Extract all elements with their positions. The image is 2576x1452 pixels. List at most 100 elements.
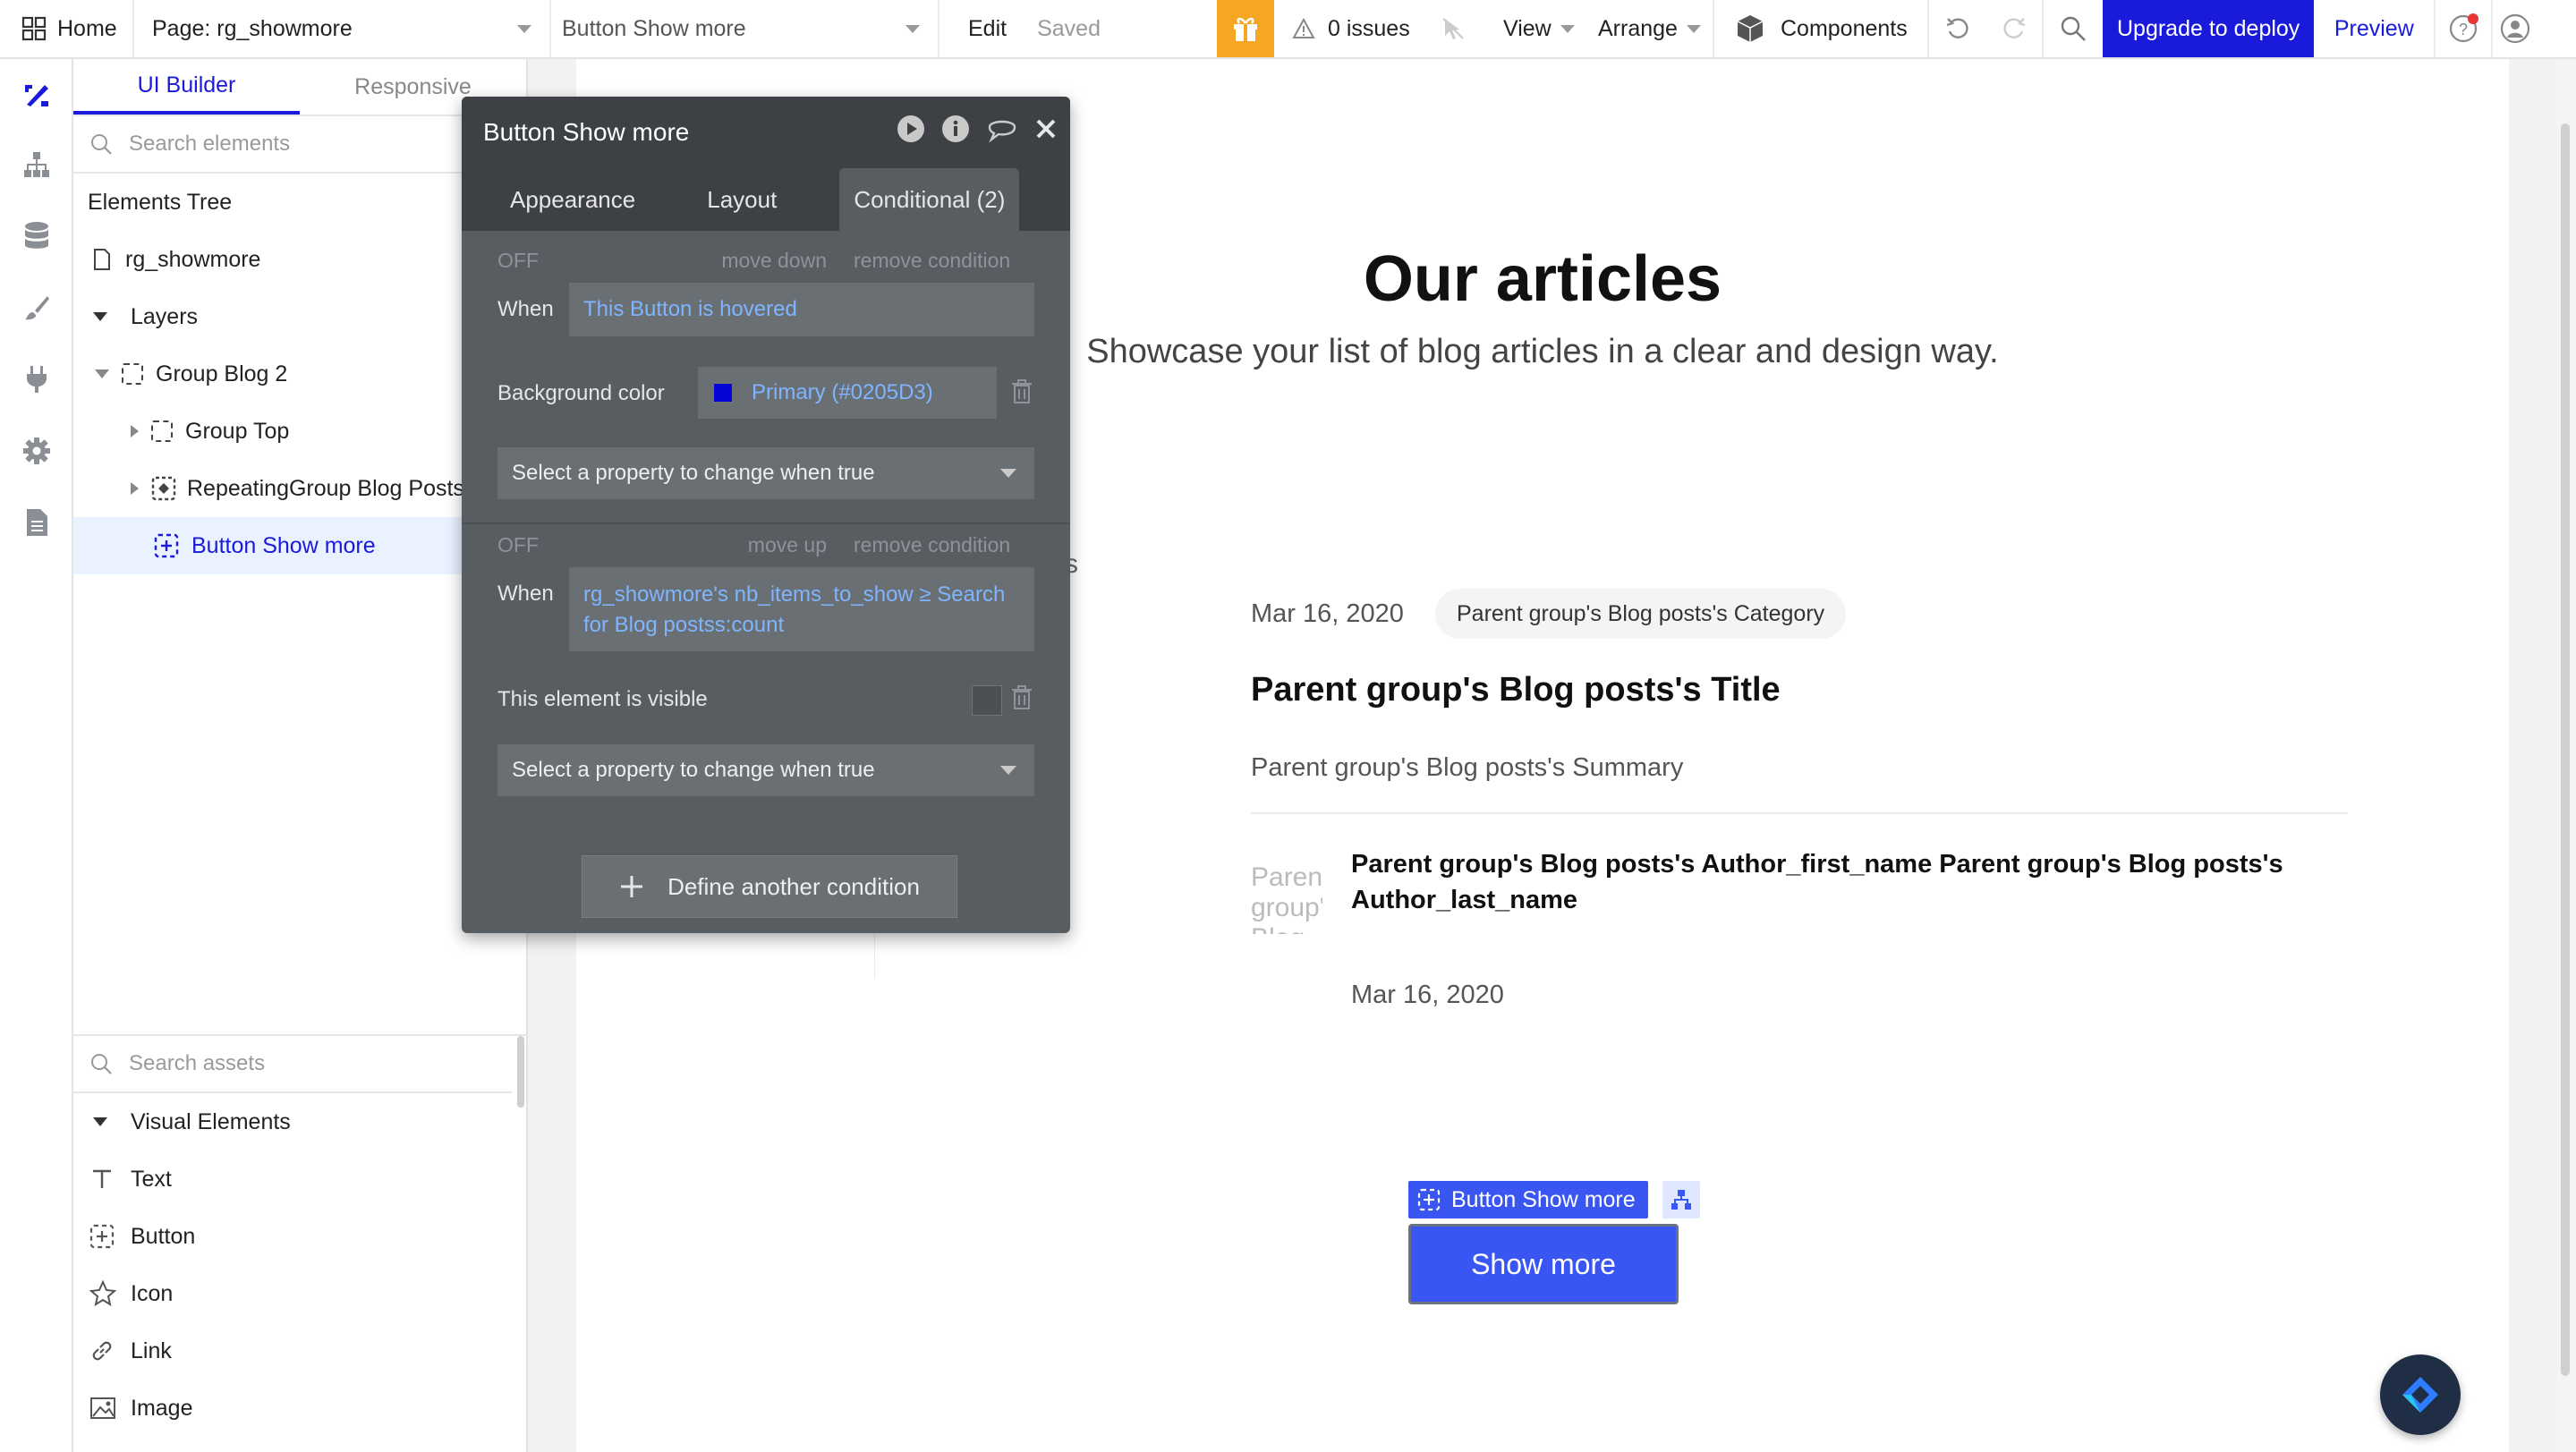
workflow-tab[interactable] bbox=[19, 147, 55, 183]
assistant-button[interactable] bbox=[2380, 1354, 2461, 1435]
panel-scrollbar[interactable] bbox=[517, 1036, 524, 1108]
selected-element-name: Button Show more bbox=[1451, 1186, 1636, 1212]
components-button[interactable]: Components bbox=[1714, 0, 1929, 57]
element-selector[interactable]: Button Show more bbox=[551, 0, 939, 57]
tree-item-group-blog[interactable]: Group Blog 2 bbox=[73, 345, 526, 403]
issues-label: 0 issues bbox=[1328, 15, 1410, 41]
selected-element-label[interactable]: Button Show more bbox=[1408, 1181, 1648, 1218]
post-title[interactable]: Parent group's Blog posts's Title bbox=[1251, 671, 1781, 709]
visual-item-link[interactable]: Link bbox=[89, 1322, 172, 1380]
condition1-select-label: Select a property to change when true bbox=[512, 461, 875, 485]
undo-button[interactable] bbox=[1929, 0, 1986, 57]
brush-icon bbox=[22, 293, 51, 322]
profile-button[interactable] bbox=[2493, 0, 2538, 57]
gift-button[interactable] bbox=[1217, 0, 1274, 57]
close-icon[interactable] bbox=[1034, 117, 1058, 140]
comment-icon[interactable] bbox=[986, 115, 1018, 143]
group-icon bbox=[122, 363, 143, 385]
plugins-tab[interactable] bbox=[19, 361, 55, 397]
condition2-move-up[interactable]: move up bbox=[735, 533, 827, 557]
visual-item-button[interactable]: Button bbox=[89, 1208, 195, 1265]
tree-item-button-label: Button Show more bbox=[191, 532, 376, 558]
popup-header[interactable]: Button Show more bbox=[462, 97, 1070, 168]
group-icon bbox=[151, 420, 173, 442]
tab-layout[interactable]: Layout bbox=[684, 168, 830, 231]
search-assets-placeholder: Search assets bbox=[129, 1051, 266, 1075]
condition1-move-down[interactable]: move down bbox=[709, 249, 827, 273]
play-icon[interactable] bbox=[897, 115, 925, 143]
condition2-off[interactable]: OFF bbox=[497, 533, 539, 557]
condition1-property-select[interactable]: Select a property to change when true bbox=[497, 447, 1034, 499]
condition1-property-label: Background color bbox=[497, 381, 665, 405]
visual-item-button-label: Button bbox=[131, 1223, 196, 1249]
visual-item-image[interactable]: Image bbox=[89, 1380, 192, 1437]
tab-ui-builder[interactable]: UI Builder bbox=[73, 59, 300, 115]
canvas-scrollbar[interactable] bbox=[2557, 59, 2576, 1452]
condition1-remove[interactable]: remove condition bbox=[854, 249, 1010, 273]
search-assets-field[interactable]: Search assets bbox=[73, 1036, 512, 1093]
visual-elements-header[interactable]: Visual Elements bbox=[93, 1093, 291, 1151]
data-tab[interactable] bbox=[19, 218, 55, 254]
home-button[interactable]: Home bbox=[0, 0, 134, 57]
trash-icon[interactable] bbox=[1011, 685, 1033, 710]
post-date[interactable]: Mar 16, 2020 bbox=[1251, 599, 1404, 629]
edit-menu[interactable]: Edit bbox=[968, 16, 1007, 42]
button-icon bbox=[154, 533, 179, 558]
tree-item-page[interactable]: rg_showmore bbox=[73, 231, 526, 288]
canvas-scroll-thumb[interactable] bbox=[2561, 123, 2570, 1376]
arrange-menu[interactable]: Arrange bbox=[1589, 0, 1714, 57]
tree-item-layers[interactable]: Layers bbox=[73, 288, 526, 345]
styles-tab[interactable] bbox=[19, 290, 55, 326]
hierarchy-icon bbox=[21, 149, 52, 180]
element-selector-label: Button Show more bbox=[562, 15, 746, 41]
category-badge[interactable]: Parent group's Blog posts's Category bbox=[1435, 589, 1847, 639]
redo-button[interactable] bbox=[1986, 0, 2044, 57]
tree-item-repeating-group[interactable]: RepeatingGroup Blog Posts bbox=[73, 460, 526, 517]
author-date[interactable]: Mar 16, 2020 bbox=[1351, 981, 1504, 1010]
info-icon[interactable] bbox=[941, 115, 970, 143]
trash-icon[interactable] bbox=[1011, 379, 1033, 404]
condition1-color-picker[interactable]: Primary (#0205D3) bbox=[698, 367, 997, 419]
chevron-down-icon bbox=[1560, 24, 1575, 33]
saved-status: Saved bbox=[1037, 15, 1101, 41]
tree-item-group-top[interactable]: Group Top bbox=[73, 403, 526, 460]
page-selector[interactable]: Page: rg_showmore bbox=[134, 0, 551, 57]
property-editor-popup: Button Show more Appearance Layout Condi… bbox=[462, 97, 1070, 933]
author-name[interactable]: Parent group's Blog posts's Author_first… bbox=[1351, 846, 2283, 918]
inspect-button[interactable] bbox=[1417, 0, 1489, 57]
condition1-expression[interactable]: This Button is hovered bbox=[569, 283, 1034, 336]
visual-item-text[interactable]: Text bbox=[89, 1151, 172, 1208]
visual-item-icon[interactable]: Icon bbox=[89, 1265, 173, 1322]
chevron-right-icon bbox=[131, 482, 139, 495]
tree-item-group-top-label: Group Top bbox=[185, 418, 290, 444]
author-avatar[interactable]: Parent group's Blog bbox=[1251, 862, 1322, 934]
search-button[interactable] bbox=[2044, 0, 2103, 57]
condition1-off[interactable]: OFF bbox=[497, 249, 539, 273]
hierarchy-badge[interactable] bbox=[1662, 1181, 1700, 1218]
condition2-expression[interactable]: rg_showmore's nb_items_to_show ≥ Search … bbox=[569, 567, 1034, 651]
help-button[interactable]: ? bbox=[2436, 0, 2494, 57]
visible-checkbox[interactable] bbox=[972, 685, 1002, 716]
settings-icon bbox=[21, 436, 52, 466]
post-summary[interactable]: Parent group's Blog posts's Summary bbox=[1251, 753, 1683, 783]
view-menu[interactable]: View bbox=[1489, 0, 1589, 57]
design-tab[interactable] bbox=[19, 77, 55, 113]
color-swatch bbox=[714, 384, 732, 402]
show-more-button[interactable]: Show more bbox=[1408, 1224, 1679, 1304]
condition2-remove[interactable]: remove condition bbox=[854, 533, 1010, 557]
search-elements-placeholder: Search elements bbox=[129, 132, 291, 156]
upgrade-button[interactable]: Upgrade to deploy bbox=[2103, 0, 2315, 57]
issues-button[interactable]: 0 issues bbox=[1274, 0, 1417, 57]
text-icon bbox=[89, 1167, 115, 1192]
logs-tab[interactable] bbox=[19, 505, 55, 540]
define-condition-button[interactable]: Define another condition bbox=[582, 855, 957, 918]
condition2-property-select[interactable]: Select a property to change when true bbox=[497, 744, 1034, 796]
tree-item-button-show-more[interactable]: Button Show more bbox=[73, 517, 526, 574]
author-name-line1: Parent group's Blog posts's Author_first… bbox=[1351, 850, 2283, 879]
preview-button[interactable]: Preview bbox=[2314, 0, 2436, 57]
pointer-off-icon bbox=[1440, 15, 1467, 42]
search-elements-field[interactable]: Search elements bbox=[73, 116, 526, 174]
tab-appearance[interactable]: Appearance bbox=[462, 168, 684, 231]
tab-conditional[interactable]: Conditional (2) bbox=[839, 168, 1020, 231]
settings-tab[interactable] bbox=[19, 433, 55, 469]
